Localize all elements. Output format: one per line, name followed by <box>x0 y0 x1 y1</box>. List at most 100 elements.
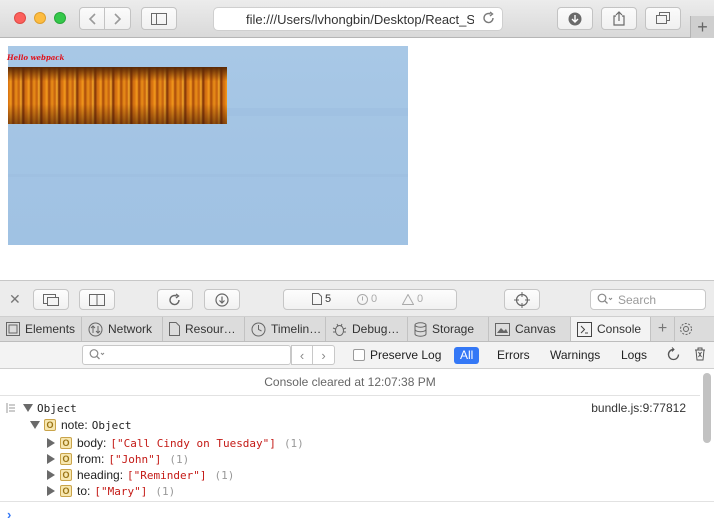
property-row[interactable]: O to: ["Mary"] (1) <box>47 483 175 499</box>
console-scrollbar[interactable] <box>703 373 711 443</box>
property-key: body: <box>77 436 107 450</box>
search-placeholder: Search <box>618 293 657 307</box>
sidebar-toggle-button[interactable] <box>141 7 177 30</box>
network-icon <box>88 322 103 337</box>
share-button[interactable] <box>601 7 637 30</box>
property-value: ["Mary"] <box>94 484 148 498</box>
window-minimize-button[interactable] <box>34 12 46 24</box>
resources-count-value: 5 <box>325 293 332 305</box>
reload-icon <box>169 292 180 305</box>
resources-icon <box>169 322 180 336</box>
property-value: ["Reminder"] <box>127 468 207 482</box>
property-row[interactable]: O body: ["Call Cindy on Tuesday"] (1) <box>47 435 304 451</box>
activity-counters[interactable]: 5 0 0 <box>283 289 457 310</box>
debugger-icon <box>332 322 347 337</box>
new-tab-button[interactable]: + <box>690 16 714 38</box>
console-prompt-input[interactable]: › <box>0 501 714 529</box>
download-archive-button[interactable] <box>204 289 240 310</box>
property-value: ["Call Cindy on Tuesday"] <box>110 436 276 450</box>
inspector-search-input[interactable]: Search <box>590 289 706 310</box>
tab-network[interactable]: Network <box>82 317 163 341</box>
preserve-log-toggle[interactable]: Preserve Log <box>353 348 441 362</box>
tab-storage[interactable]: Storage <box>408 317 489 341</box>
log-entry[interactable]: Object <box>6 400 77 416</box>
expand-triangle-icon[interactable] <box>47 470 55 480</box>
preserve-log-checkbox[interactable] <box>353 349 365 361</box>
back-button[interactable] <box>79 7 105 30</box>
warning-icon <box>402 293 414 305</box>
preserve-log-label: Preserve Log <box>370 348 442 362</box>
tab-label: Canvas <box>515 322 556 336</box>
log-level-icon <box>6 403 15 413</box>
address-bar[interactable]: file:///Users/lvhongbin/Desktop/React_S <box>213 7 503 31</box>
tab-timelines[interactable]: Timelin… <box>245 317 326 341</box>
history-nav: ‹ › <box>291 345 335 365</box>
note-key: note: <box>61 418 88 432</box>
console-icon <box>577 321 592 337</box>
downloads-button[interactable] <box>557 7 593 30</box>
hello-text: Hello webpack <box>7 53 65 62</box>
gear-icon <box>679 322 693 336</box>
warnings-count-value: 0 <box>417 293 424 305</box>
note-type: Object <box>91 418 132 432</box>
tab-label: Network <box>108 322 153 336</box>
object-type-icon: O <box>60 437 72 449</box>
document-icon <box>312 293 322 305</box>
property-row[interactable]: O from: ["John"] (1) <box>47 451 189 467</box>
console-filter-bar: ‹ › Preserve Log All Errors Warnings Log… <box>0 342 714 369</box>
tab-console[interactable]: Console <box>571 317 651 341</box>
trash-icon[interactable] <box>694 347 706 364</box>
tab-resources[interactable]: Resour… <box>163 317 245 341</box>
note-property[interactable]: O note: Object <box>30 417 131 433</box>
forward-button[interactable] <box>105 7 131 30</box>
object-type-icon: O <box>60 469 72 481</box>
tabs-icon <box>656 12 670 24</box>
property-row[interactable]: O heading: ["Reminder"] (1) <box>47 467 234 483</box>
source-location-link[interactable]: bundle.js:9:77812 <box>591 401 686 415</box>
element-picker-button[interactable] <box>504 289 540 310</box>
chevron-right-icon <box>113 12 121 25</box>
dock-side-button[interactable] <box>79 289 115 310</box>
tab-debugger[interactable]: Debug… <box>326 317 408 341</box>
add-tab-button[interactable]: + <box>651 317 675 341</box>
expand-triangle-icon[interactable] <box>47 438 55 448</box>
next-button[interactable]: › <box>313 345 335 365</box>
tab-overview-button[interactable] <box>645 7 681 30</box>
elements-icon <box>6 322 20 336</box>
filter-all-button[interactable]: All <box>454 347 480 364</box>
inspector-toolbar: ✕ 5 0 0 Search <box>0 280 714 317</box>
property-count: (1) <box>283 436 304 450</box>
expand-triangle-icon[interactable] <box>47 454 55 464</box>
filter-errors-button[interactable]: Errors <box>491 347 536 364</box>
property-key: to: <box>77 484 91 498</box>
disclosure-triangle-icon[interactable] <box>23 404 33 412</box>
expand-triangle-icon[interactable] <box>47 486 55 496</box>
filter-warnings-button[interactable]: Warnings <box>544 347 606 364</box>
previous-button[interactable]: ‹ <box>291 345 313 365</box>
detach-icon <box>43 293 59 306</box>
window-close-button[interactable] <box>14 12 26 24</box>
errors-count: 0 <box>357 293 377 305</box>
storage-icon <box>414 321 427 337</box>
console-filter-input[interactable] <box>82 345 291 365</box>
filter-logs-button[interactable]: Logs <box>615 347 653 364</box>
reload-page-button[interactable] <box>157 289 193 310</box>
detach-inspector-button[interactable] <box>33 289 69 310</box>
settings-tab-button[interactable] <box>675 317 697 341</box>
clear-console-on-reload-icon[interactable] <box>666 347 681 365</box>
property-key: heading: <box>77 468 124 482</box>
window-zoom-button[interactable] <box>54 12 66 24</box>
root-object-label: Object <box>37 401 77 415</box>
tab-elements[interactable]: Elements <box>0 317 82 341</box>
close-inspector-icon[interactable]: ✕ <box>9 291 21 308</box>
sidebar-icon <box>151 12 167 25</box>
web-page: Hello webpack <box>0 39 714 280</box>
tab-label: Storage <box>432 322 475 336</box>
reload-icon[interactable] <box>482 11 496 28</box>
tab-canvas[interactable]: Canvas <box>489 317 571 341</box>
disclosure-triangle-icon[interactable] <box>30 421 40 429</box>
error-icon <box>357 293 368 305</box>
crosshair-icon <box>514 291 530 308</box>
share-icon <box>613 11 625 26</box>
property-count: (1) <box>214 468 235 482</box>
